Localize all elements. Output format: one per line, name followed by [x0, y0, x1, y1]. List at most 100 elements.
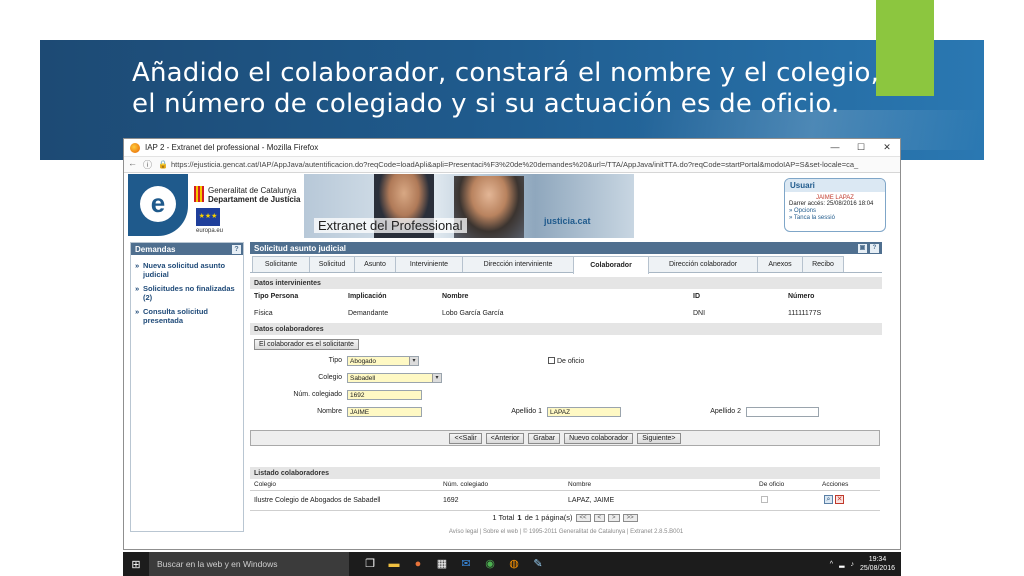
- browser-titlebar: IAP 2 - Extranet del professional - Mozi…: [124, 139, 900, 157]
- store-icon[interactable]: ▦: [435, 557, 449, 571]
- listado-table: Colegio Núm. colegiado Nombre De oficio …: [250, 479, 880, 511]
- col-de-oficio: De oficio: [759, 481, 785, 488]
- demandas-menu: Nueva solicitud asunto judicial Solicitu…: [131, 255, 243, 336]
- cell-tipo-persona: Física: [254, 310, 273, 317]
- windows-start-icon[interactable]: ⊞: [123, 552, 149, 576]
- site-footer: Avíso legal | Sobre el web | © 1995-2011…: [448, 529, 684, 535]
- help-icon[interactable]: ?: [870, 243, 879, 253]
- tab-recibo[interactable]: Recibo: [802, 256, 844, 272]
- slide-title: Añadido el colaborador, constará el nomb…: [132, 58, 892, 120]
- cell-nombre: Lobo García García: [442, 310, 504, 317]
- nombre-label: Nombre: [317, 408, 342, 415]
- listado-colaboradores: Listado colaboradores Colegio Núm. coleg…: [250, 467, 880, 511]
- taskbar-search[interactable]: Buscar en la web y en Windows: [149, 552, 349, 576]
- logout-link[interactable]: » Tanca la sessió: [785, 215, 885, 222]
- tipo-label: Tipo: [328, 357, 342, 364]
- back-icon[interactable]: ←: [128, 158, 137, 171]
- tipo-select[interactable]: Abogado ▾: [347, 356, 419, 366]
- app-icon[interactable]: ●: [411, 557, 425, 571]
- senyera-icon: [194, 186, 204, 202]
- paint-icon[interactable]: ✎: [531, 557, 545, 571]
- browser-window: IAP 2 - Extranet del professional - Mozi…: [123, 138, 901, 550]
- search-icon[interactable]: ⌕: [824, 495, 833, 504]
- num-colegiado-input[interactable]: 1692: [347, 390, 422, 400]
- nuevo-colaborador-button[interactable]: Nuevo colaborador: [564, 432, 634, 444]
- tab-direccion-interviniente[interactable]: Dirección interviniente: [462, 256, 574, 272]
- gencat-line1: Generalitat de Catalunya: [208, 186, 297, 195]
- pager-suffix: de 1 página(s): [524, 513, 573, 522]
- colaboradores-section: Datos colaboradores: [250, 323, 882, 335]
- nombre-input[interactable]: JAIME: [347, 407, 422, 417]
- last-access: Darrer accés: 25/08/2016 18:04: [789, 201, 874, 207]
- num-colegiado-label: Núm. colegiado: [293, 391, 342, 398]
- col-numero: Número: [788, 293, 815, 300]
- clock-date: 25/08/2016: [859, 565, 895, 572]
- file-explorer-icon[interactable]: ▬: [387, 557, 401, 571]
- tab-colaborador[interactable]: Colaborador: [573, 256, 649, 274]
- tipo-value: Abogado: [350, 358, 377, 365]
- gencat-line2: Departament de Justícia: [208, 195, 301, 204]
- apellido2-input[interactable]: [746, 407, 819, 417]
- col-acciones: Acciones: [822, 481, 849, 488]
- col-nombre: Nombre: [568, 481, 592, 488]
- clock-time: 19:34: [868, 556, 887, 563]
- tab-interviniente[interactable]: Interviniente: [395, 256, 463, 272]
- cell-colegio: Ilustre Colegio de Abogados de Sabadell: [254, 497, 381, 504]
- col-tipo-persona: Tipo Persona: [254, 293, 299, 300]
- clock[interactable]: 19:34 25/08/2016: [860, 555, 895, 573]
- volume-icon[interactable]: ♪: [850, 561, 854, 568]
- close-button[interactable]: ✕: [874, 142, 900, 153]
- minimize-button[interactable]: —: [822, 142, 848, 153]
- prev-page-button[interactable]: <: [593, 513, 606, 522]
- colaborador-solicitante-button[interactable]: El colaborador es el solicitante: [254, 339, 359, 350]
- network-icon[interactable]: ▂: [839, 560, 844, 568]
- col-colegio: Colegio: [254, 481, 277, 488]
- options-link[interactable]: » Opcions: [785, 208, 885, 215]
- maximize-button[interactable]: ☐: [848, 142, 874, 153]
- anterior-button[interactable]: <Anterior: [485, 432, 525, 444]
- pager-count: 1: [517, 513, 522, 522]
- justicia-logo: justicia.cat: [544, 216, 591, 226]
- tab-solicitante[interactable]: Solicitante: [252, 256, 310, 272]
- window-title: IAP 2 - Extranet del professional - Mozi…: [145, 143, 319, 152]
- siguiente-button[interactable]: Siguiente>: [637, 432, 681, 444]
- print-icon[interactable]: ▣: [858, 243, 867, 253]
- task-view-icon[interactable]: ❐: [363, 557, 377, 571]
- menu-item-solicitudes-no-finalizadas[interactable]: Solicitudes no finalizadas (2): [135, 284, 239, 302]
- ejusticia-logo[interactable]: e: [128, 174, 188, 236]
- outlook-icon[interactable]: ✉: [459, 557, 473, 571]
- header-icons: ▣ ?: [858, 243, 879, 253]
- firefox-taskbar-icon[interactable]: ◍: [507, 557, 521, 571]
- info-icon[interactable]: ⓘ: [143, 158, 152, 171]
- demandas-header: Demandas ?: [131, 243, 243, 255]
- next-page-button[interactable]: >: [608, 513, 620, 522]
- salir-button[interactable]: <<Salir: [449, 432, 482, 444]
- cell-num-colegiado: 1692: [443, 497, 459, 504]
- menu-item-nueva-solicitud[interactable]: Nueva solicitud asunto judicial: [135, 261, 239, 279]
- tray-chevron-up-icon[interactable]: ^: [830, 561, 833, 568]
- tab-direccion-colaborador[interactable]: Dirección colaborador: [648, 256, 758, 272]
- help-icon[interactable]: ?: [232, 244, 241, 254]
- colegio-select[interactable]: Sabadell ▾: [347, 373, 442, 383]
- col-id: ID: [693, 293, 700, 300]
- colegio-value: Sabadell: [350, 375, 376, 382]
- first-page-button[interactable]: <<: [575, 513, 591, 522]
- de-oficio-checkbox[interactable]: [548, 357, 555, 364]
- chrome-icon[interactable]: ◉: [483, 557, 497, 571]
- system-tray: ^ ▂ ♪ 19:34 25/08/2016: [830, 555, 901, 573]
- tab-anexos[interactable]: Anexos: [757, 256, 803, 272]
- site-header: e Generalitat de Catalunya Departament d…: [124, 174, 900, 238]
- cell-implicacion: Demandante: [348, 310, 389, 317]
- grabar-button[interactable]: Grabar: [528, 432, 561, 444]
- apellido1-input[interactable]: LAPAZ: [547, 407, 621, 417]
- delete-icon[interactable]: ✕: [835, 495, 844, 504]
- menu-item-consulta-solicitud[interactable]: Consulta solicitud presentada: [135, 307, 239, 325]
- tab-solicitud[interactable]: Solicitud: [309, 256, 355, 272]
- tab-asunto[interactable]: Asunto: [354, 256, 396, 272]
- listado-section: Listado colaboradores: [250, 467, 880, 479]
- url-text[interactable]: https://ejusticia.gencat.cat/IAP/AppJava…: [171, 160, 858, 169]
- nav-buttons: ← ⓘ: [128, 158, 152, 171]
- last-page-button[interactable]: >>: [622, 513, 638, 522]
- user-box: Usuari JAIME LAPAZ Darrer accés: 25/08/2…: [784, 178, 886, 232]
- address-bar[interactable]: ← ⓘ 🔒 https://ejusticia.gencat.cat/IAP/A…: [124, 157, 900, 173]
